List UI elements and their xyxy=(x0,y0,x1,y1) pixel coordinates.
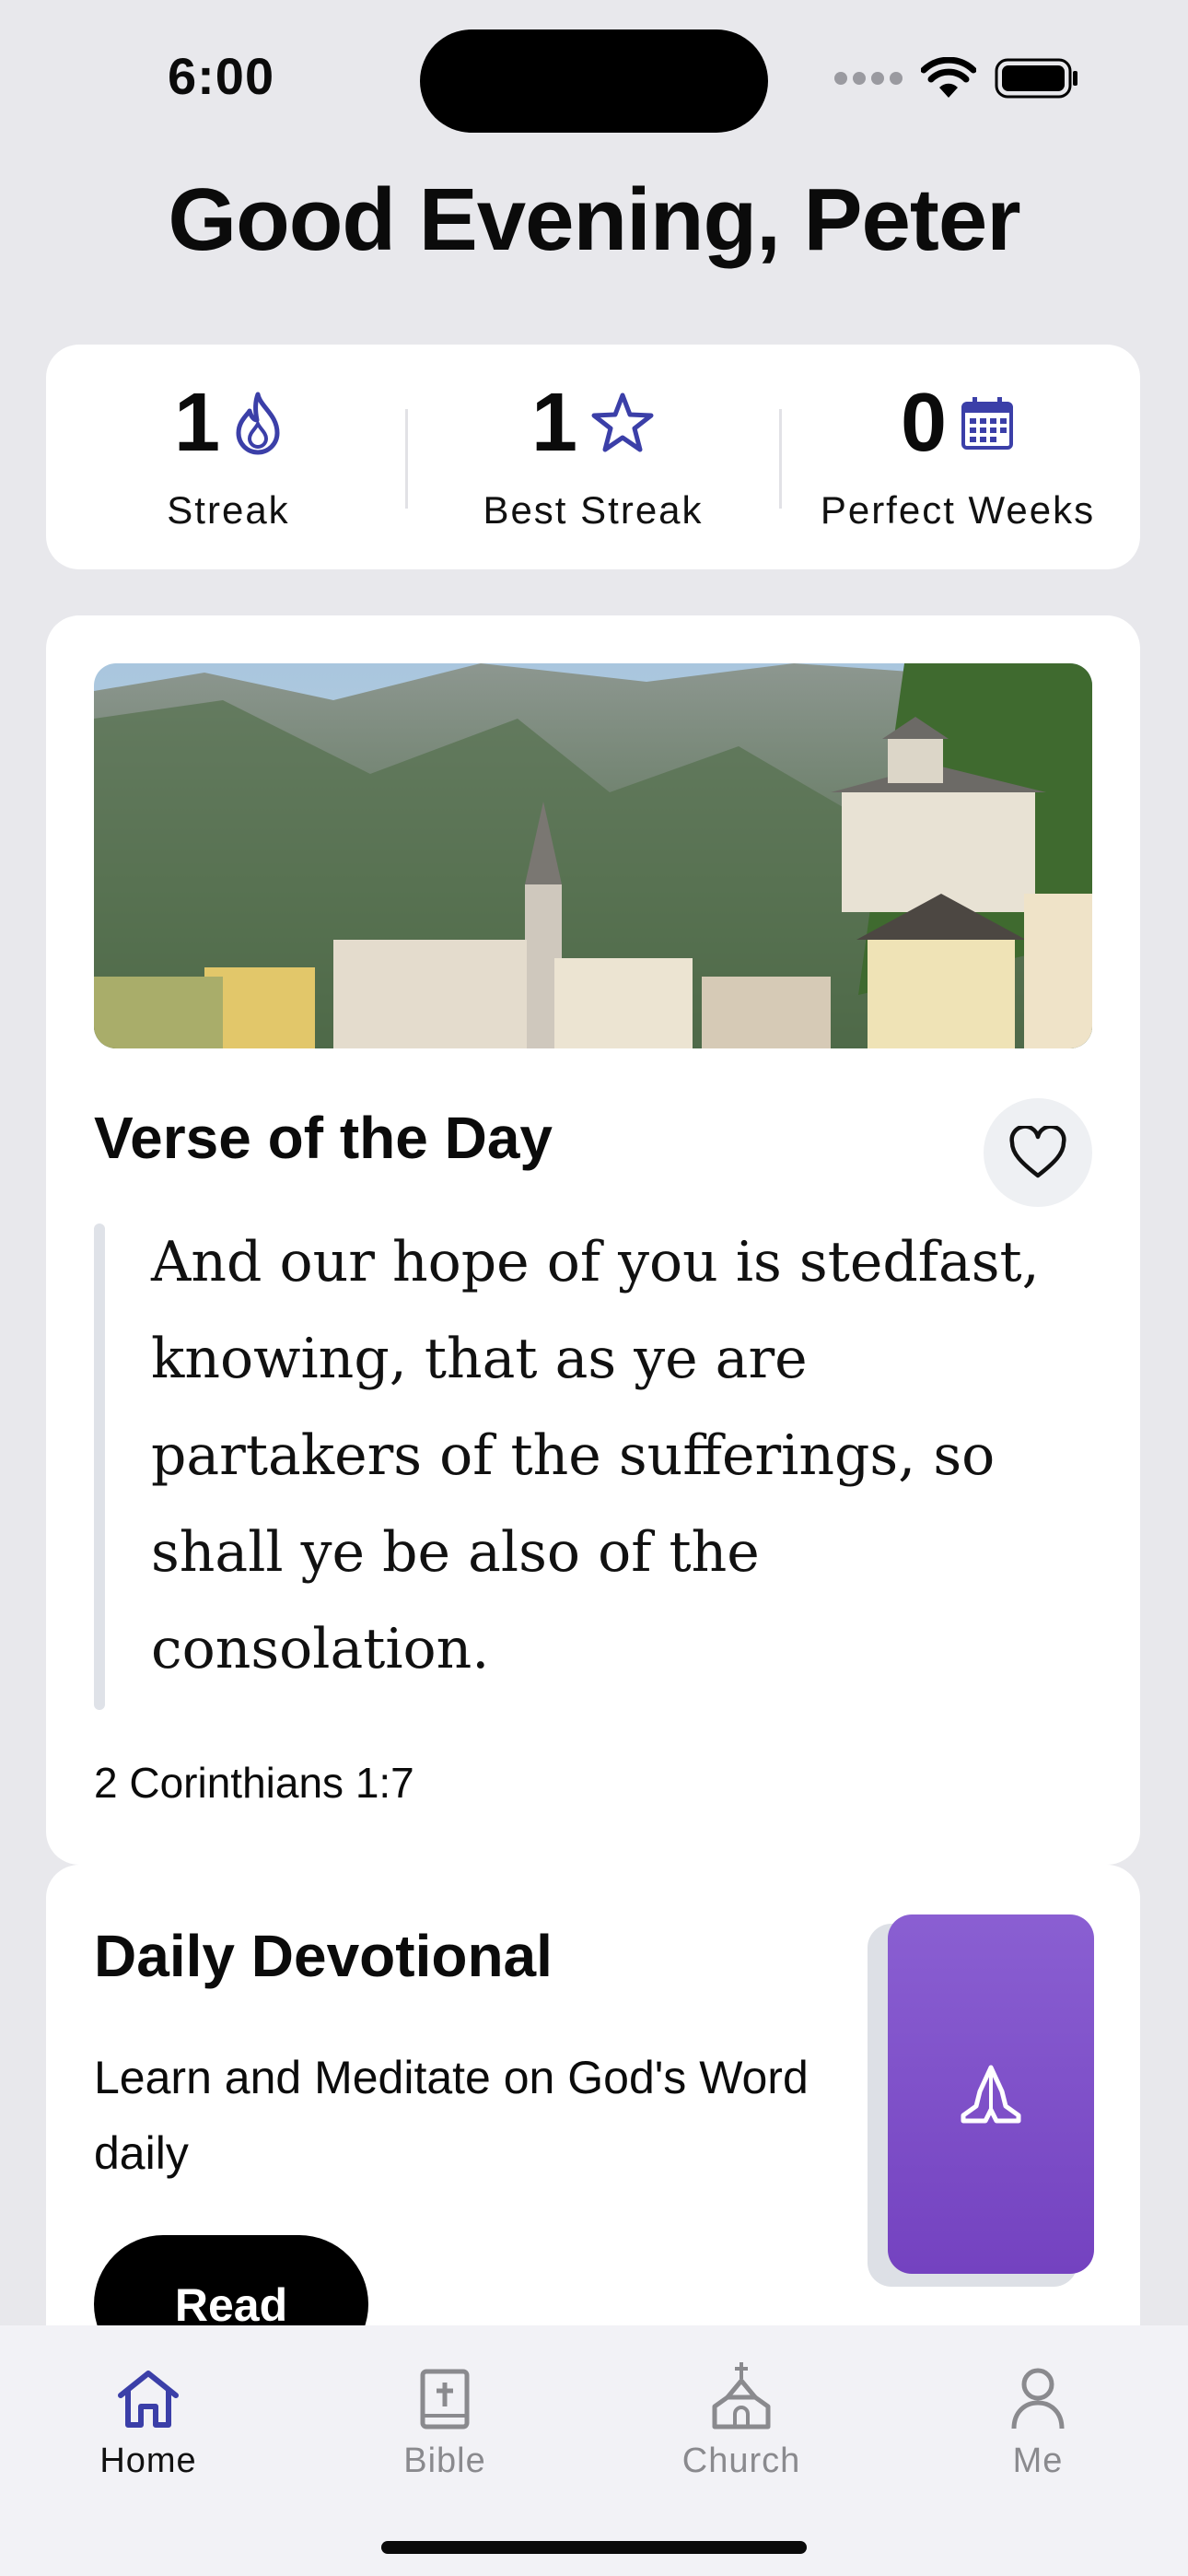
stat-best-streak[interactable]: 1 Best Streak xyxy=(411,345,775,569)
tab-home[interactable]: Home xyxy=(0,2348,297,2481)
favorite-button[interactable] xyxy=(984,1098,1092,1207)
devotional-card[interactable]: Daily Devotional Learn and Meditate on G… xyxy=(46,1865,1140,2381)
verse-hero-image xyxy=(94,663,1092,1048)
church-icon xyxy=(712,2362,771,2430)
stat-best-streak-value: 1 xyxy=(530,377,578,469)
verse-reference[interactable]: 2 Corinthians 1:7 xyxy=(94,1758,414,1808)
tab-home-label: Home xyxy=(99,2441,197,2480)
verse-card[interactable]: Verse of the Day And our hope of you is … xyxy=(46,615,1140,1865)
stat-best-streak-label: Best Streak xyxy=(483,488,704,532)
wifi-icon xyxy=(921,57,976,98)
heart-icon xyxy=(1009,1126,1066,1178)
tab-bible-label: Bible xyxy=(403,2441,486,2480)
home-icon xyxy=(118,2371,179,2428)
calendar-icon xyxy=(961,397,1014,450)
dynamic-island xyxy=(420,29,768,133)
stat-streak-value: 1 xyxy=(173,377,221,469)
devotional-description: Learn and Meditate on God's Word daily xyxy=(94,2052,809,2179)
tab-church[interactable]: Church xyxy=(593,2348,890,2481)
tab-church-label: Church xyxy=(681,2441,801,2480)
signal-icon xyxy=(834,72,903,85)
stat-streak[interactable]: 1 Streak xyxy=(46,345,411,569)
flame-icon xyxy=(236,392,280,455)
bible-icon xyxy=(420,2369,470,2430)
greeting-title: Good Evening, Peter xyxy=(168,170,1020,269)
verse-title: Verse of the Day xyxy=(94,1105,553,1171)
stats-card: 1 Streak 1 Best Streak 0 Perfect Weeks xyxy=(46,345,1140,569)
tab-bar: Home Bible Church Me xyxy=(0,2325,1188,2576)
tab-me[interactable]: Me xyxy=(890,2348,1186,2481)
battery-icon xyxy=(995,58,1077,99)
divider xyxy=(405,409,408,509)
quote-bar xyxy=(94,1224,105,1710)
verse-text: And our hope of you is stedfast, knowing… xyxy=(151,1230,1040,1681)
stat-perfect-weeks-label: Perfect Weeks xyxy=(820,488,1096,532)
person-icon xyxy=(1011,2368,1065,2430)
status-icons xyxy=(834,55,1079,101)
stat-perfect-weeks-value: 0 xyxy=(900,377,948,469)
praying-hands-icon xyxy=(961,2065,1021,2124)
status-time: 6:00 xyxy=(168,47,275,105)
stat-perfect-weeks[interactable]: 0 Perfect Weeks xyxy=(775,345,1140,569)
home-indicator[interactable] xyxy=(381,2541,807,2554)
star-icon xyxy=(591,392,654,452)
devotional-title: Daily Devotional xyxy=(94,1923,553,1989)
devotional-thumbnail[interactable] xyxy=(888,1914,1094,2274)
tab-bible[interactable]: Bible xyxy=(297,2348,593,2481)
stat-streak-label: Streak xyxy=(167,488,290,532)
tab-me-label: Me xyxy=(1012,2441,1064,2480)
